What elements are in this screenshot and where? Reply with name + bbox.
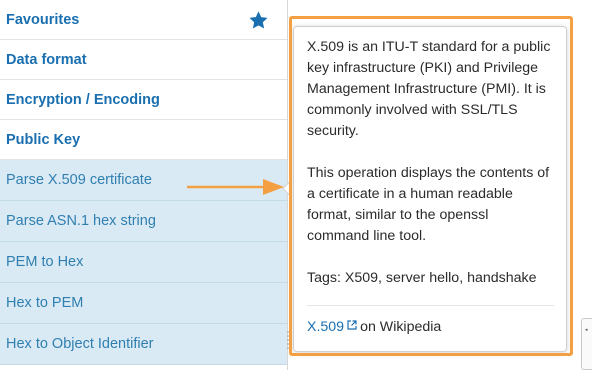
popover-highlight-box (289, 16, 573, 356)
operation-parse-asn1-hex-string[interactable]: Parse ASN.1 hex string (0, 201, 287, 242)
category-public-key[interactable]: Public Key (0, 120, 287, 160)
operation-label: PEM to Hex (6, 254, 84, 270)
operation-label: Hex to PEM (6, 295, 84, 311)
operation-label: Parse X.509 certificate (6, 172, 152, 188)
operation-hex-to-object-identifier[interactable]: Hex to Object Identifier (0, 324, 287, 365)
category-label: Encryption / Encoding (6, 91, 160, 108)
category-data-format[interactable]: Data format (0, 40, 287, 80)
category-label: Favourites (6, 11, 80, 28)
category-encryption-encoding[interactable]: Encryption / Encoding (0, 80, 287, 120)
adjacent-panel-edge: ◂ (581, 318, 592, 370)
operation-label: Parse ASN.1 hex string (6, 213, 156, 229)
category-label: Data format (6, 51, 87, 68)
category-favourites[interactable]: Favourites (0, 0, 287, 40)
operation-hex-to-pem[interactable]: Hex to PEM (0, 283, 287, 324)
operation-label: Hex to Object Identifier (6, 336, 154, 352)
star-icon[interactable] (248, 10, 269, 31)
annotation-arrow-icon (187, 179, 284, 195)
operation-pem-to-hex[interactable]: PEM to Hex (0, 242, 287, 283)
category-label: Public Key (6, 131, 81, 148)
